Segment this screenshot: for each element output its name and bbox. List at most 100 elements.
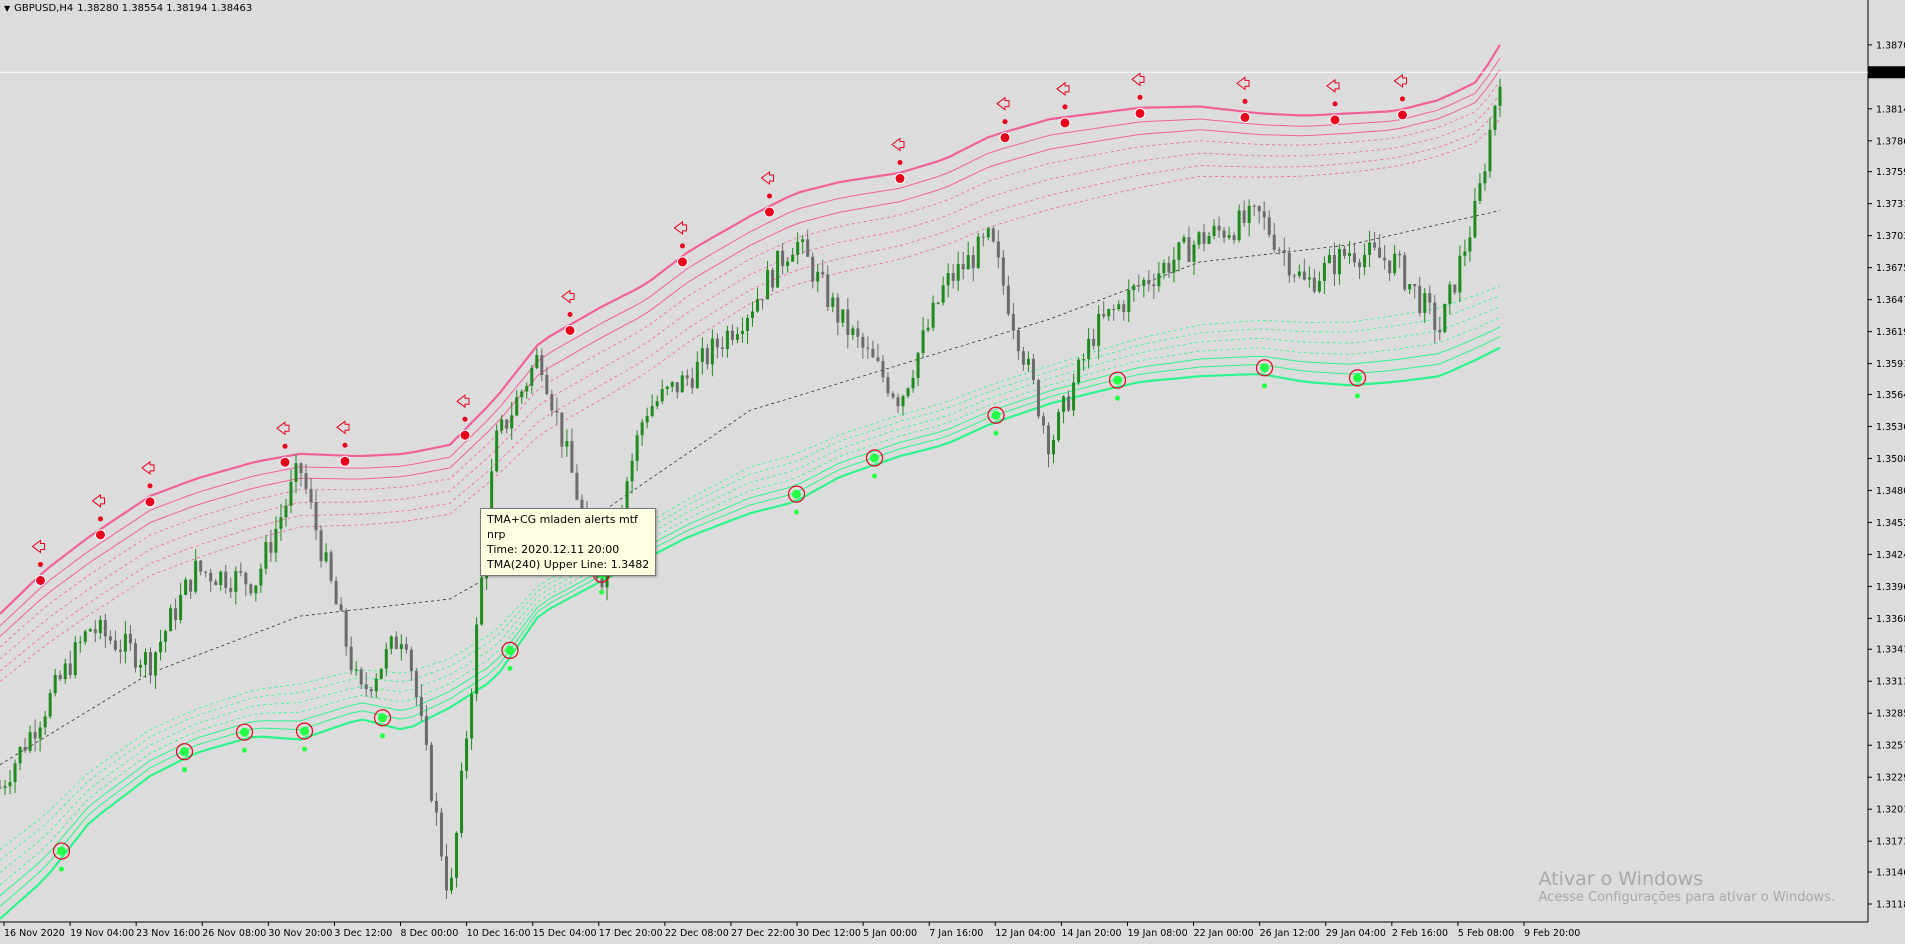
sell-star-icon <box>279 456 291 468</box>
y-tick-label: 1.3786 <box>1876 136 1905 147</box>
x-tick-label: 19 Nov 04:00 <box>70 928 134 939</box>
candle-body <box>1473 200 1477 238</box>
sell-arrow-icon <box>996 96 1010 111</box>
buy-dot-icon <box>1355 393 1360 399</box>
candle-body <box>1277 249 1281 251</box>
candle-body <box>981 236 985 238</box>
candle-body <box>1001 257 1005 286</box>
candle-body <box>1006 285 1010 315</box>
candle-body <box>756 299 760 312</box>
candle-body <box>1026 358 1030 365</box>
candle-body <box>1142 279 1146 286</box>
candle-body <box>650 406 654 417</box>
candle-body <box>28 732 32 751</box>
x-tick-label: 5 Jan 00:00 <box>863 928 917 939</box>
x-tick-label: 8 Dec 00:00 <box>401 928 459 939</box>
candle-body <box>766 269 770 300</box>
candle-body <box>169 608 173 632</box>
candle-body <box>83 631 87 642</box>
candle-body <box>455 832 459 878</box>
x-tick-label: 30 Nov 20:00 <box>268 928 332 939</box>
candle-body <box>460 770 464 833</box>
candle-body <box>450 877 454 891</box>
price-chart[interactable]: 1.3846 1.3870 1.3814 1.3786 1.3759 1.3731 1.37… <box>0 0 1905 944</box>
candle-body <box>1077 359 1081 383</box>
candle-body <box>916 352 920 378</box>
candle-body <box>123 633 127 652</box>
candle-body <box>946 272 950 286</box>
sell-dot-icon <box>342 442 348 448</box>
buy-dot-icon <box>380 733 385 739</box>
candle-body <box>465 738 469 771</box>
buy-dot-icon <box>872 473 877 479</box>
candle-body <box>475 624 479 694</box>
triangle-down-icon[interactable]: ▼ <box>4 4 10 13</box>
candle-body <box>1092 338 1096 346</box>
candle-body <box>956 263 960 281</box>
y-tick-label: 1.3368 <box>1876 614 1905 625</box>
sell-dot-icon <box>1002 119 1008 125</box>
candle-body <box>319 530 323 562</box>
candle-body <box>1207 235 1211 244</box>
sell-arrow-icon <box>276 421 290 436</box>
x-tick-label: 26 Nov 08:00 <box>202 928 266 939</box>
tma-upper-line <box>0 44 1501 615</box>
sell-dot-icon <box>1242 98 1248 104</box>
candle-body <box>189 579 193 592</box>
candle-body <box>164 631 168 642</box>
candle-body <box>214 581 218 586</box>
candle-body <box>58 674 62 680</box>
candle-body <box>224 571 228 588</box>
candle-body <box>1342 248 1346 256</box>
candle-body <box>480 577 484 625</box>
x-tick-label: 22 Jan 00:00 <box>1194 928 1254 939</box>
candle-body <box>700 348 704 362</box>
candle-body <box>876 357 880 362</box>
candle-body <box>771 269 775 288</box>
tma-middle-line <box>0 210 1501 765</box>
candle-body <box>1368 242 1372 255</box>
x-tick-label: 7 Jan 16:00 <box>929 928 983 939</box>
candle-body <box>665 386 669 390</box>
candle-body <box>369 689 373 692</box>
y-tick-label: 1.3257 <box>1876 741 1905 752</box>
candle-body <box>1187 237 1191 262</box>
symbol-label: GBPUSD,H4 <box>14 3 74 14</box>
candle-body <box>996 241 1000 258</box>
candle-body <box>219 571 223 586</box>
lower-band-line-2 <box>0 326 1501 897</box>
candle-body <box>1011 314 1015 331</box>
candle-body <box>1031 358 1035 381</box>
candle-body <box>630 460 634 482</box>
candle-body <box>419 697 423 716</box>
candle-body <box>1347 253 1351 256</box>
candle-body <box>1358 262 1362 268</box>
sell-star-icon <box>999 132 1011 144</box>
current-price-label: 1.3846 <box>1872 68 1905 79</box>
x-tick-label: 19 Jan 08:00 <box>1127 928 1187 939</box>
candle-body <box>690 378 694 388</box>
candle-body <box>640 422 644 436</box>
candle-body <box>821 271 825 275</box>
sell-arrow-icon <box>1393 73 1407 88</box>
upper-band-line-1 <box>0 57 1501 627</box>
candle-body <box>575 472 579 500</box>
candle-body <box>1438 329 1442 333</box>
sell-star-icon <box>564 324 576 336</box>
tooltip-value: TMA(240) Upper Line: 1.3482 <box>487 558 650 571</box>
lower-band-dotted-4 <box>0 285 1501 850</box>
candle-body <box>78 641 82 643</box>
candle-body <box>675 382 679 393</box>
candle-body <box>1302 271 1306 280</box>
y-tick-label: 1.3118 <box>1876 900 1905 911</box>
candle-body <box>1041 416 1045 426</box>
candle-body <box>118 649 122 652</box>
y-tick-label: 1.3647 <box>1876 295 1905 306</box>
candle-body <box>1282 250 1286 253</box>
y-tick-label: 1.3480 <box>1876 486 1905 497</box>
candle-body <box>921 330 925 353</box>
candle-body <box>1247 205 1251 223</box>
sell-arrow-icon <box>760 171 774 186</box>
candle-body <box>831 297 835 307</box>
y-tick-label: 1.3703 <box>1876 231 1905 242</box>
